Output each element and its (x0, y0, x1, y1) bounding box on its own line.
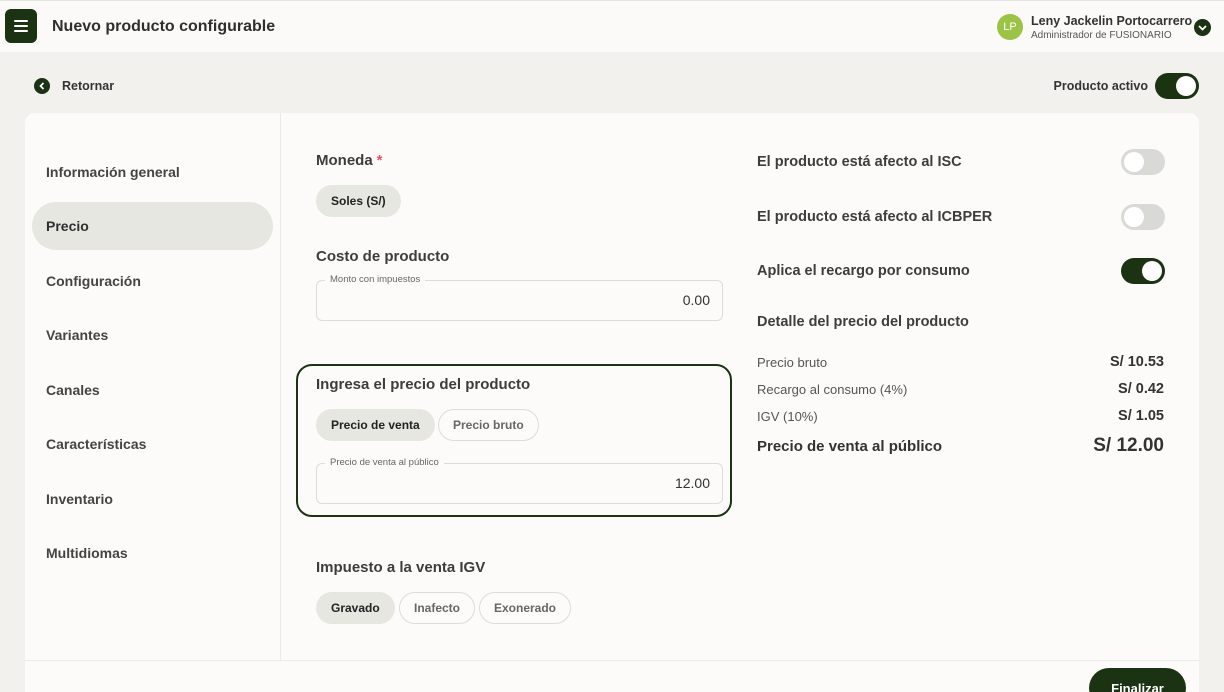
sidebar-item-multidiomas[interactable]: Multidiomas (32, 529, 273, 577)
igv-option-gravado[interactable]: Gravado (316, 592, 395, 624)
price-detail-title: Detalle del precio del producto (757, 314, 969, 330)
sidebar-item-canales[interactable]: Canales (32, 366, 273, 414)
detail-row-value: S/ 1.05 (1118, 408, 1164, 424)
igv-option-exonerado[interactable]: Exonerado (479, 592, 572, 624)
sidebar-item-inventario[interactable]: Inventario (32, 475, 273, 523)
product-form-card: Información general Precio Configuración… (25, 113, 1199, 692)
icbper-toggle[interactable] (1121, 204, 1165, 230)
sidebar-item-configuracion[interactable]: Configuración (32, 257, 273, 305)
detail-row: Precio bruto S/ 10.53 (757, 354, 1164, 370)
cost-field: Monto con impuestos (316, 274, 723, 321)
user-name: Leny Jackelin Portocarrero (1031, 14, 1193, 28)
detail-row-value: S/ 0.42 (1118, 381, 1164, 397)
detail-row: Recargo al consumo (4%) S/ 0.42 (757, 381, 1164, 397)
sidebar-divider (280, 113, 281, 660)
user-role: Administrador de FUSIONARIO (1031, 30, 1172, 41)
back-button[interactable]: Retornar (34, 78, 114, 94)
icbper-label: El producto está afecto al ICBPER (757, 209, 993, 225)
product-active-toggle[interactable] (1155, 73, 1199, 99)
detail-row-label: Precio bruto (757, 354, 828, 370)
sidebar-item-variantes[interactable]: Variantes (32, 311, 273, 359)
sidebar-item-precio[interactable]: Precio (32, 202, 273, 250)
avatar[interactable]: LP (997, 14, 1023, 40)
isc-toggle[interactable] (1121, 149, 1165, 175)
product-active-label: Producto activo (1053, 79, 1148, 93)
sidebar-item-informacion-general[interactable]: Información general (32, 148, 273, 196)
detail-row-value: S/ 10.53 (1109, 354, 1164, 370)
igv-label: Impuesto a la venta IGV (316, 559, 486, 576)
isc-label: El producto está afecto al ISC (757, 154, 962, 170)
app-header: Nuevo producto configurable LP Leny Jack… (0, 0, 1224, 52)
currency-option-soles[interactable]: Soles (S/) (316, 185, 401, 217)
detail-row: IGV (10%) S/ 1.05 (757, 408, 1164, 424)
cost-field-label: Monto con impuestos (325, 274, 426, 285)
back-label: Retornar (62, 79, 115, 93)
detail-total-value: S/ 12.00 (1093, 435, 1164, 456)
igv-option-inafecto[interactable]: Inafecto (399, 592, 476, 624)
cost-input[interactable] (327, 292, 710, 308)
page-title: Nuevo producto configurable (52, 18, 276, 35)
sidebar-item-caracteristicas[interactable]: Características (32, 420, 273, 468)
price-option-bruto[interactable]: Precio bruto (438, 409, 539, 441)
product-active-control: Producto activo (1054, 73, 1199, 99)
sale-price-field-label: Precio de venta al público (325, 457, 444, 468)
chevron-left-icon (34, 78, 50, 94)
sale-price-field: Precio de venta al público (316, 457, 723, 504)
consumption-surcharge-label: Aplica el recargo por consumo (757, 263, 970, 279)
detail-row-label: Recargo al consumo (4%) (757, 381, 908, 397)
footer-divider (25, 660, 1199, 661)
chevron-down-icon[interactable] (1194, 19, 1211, 36)
consumption-surcharge-toggle[interactable] (1121, 258, 1165, 284)
cost-label: Costo de producto (316, 248, 450, 265)
detail-total-label: Precio de venta al público (757, 437, 943, 455)
detail-row-label: IGV (10%) (757, 408, 818, 424)
required-mark: * (376, 152, 383, 169)
currency-label: Moneda * (316, 152, 383, 169)
price-input-label: Ingresa el precio del producto (316, 376, 531, 393)
finish-button[interactable]: Finalizar (1089, 668, 1186, 692)
price-option-venta[interactable]: Precio de venta (316, 409, 435, 441)
menu-icon[interactable] (5, 9, 37, 43)
sale-price-input[interactable] (327, 475, 710, 491)
detail-total-row: Precio de venta al público S/ 12.00 (757, 435, 1164, 457)
